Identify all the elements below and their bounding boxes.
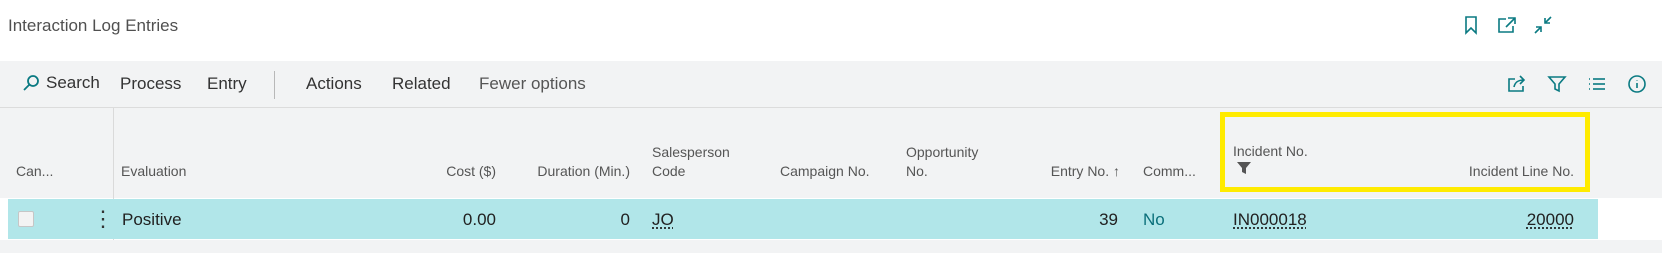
cell-evaluation[interactable]: Positive xyxy=(122,210,182,230)
column-header-salesperson-line2: Code xyxy=(652,163,686,179)
column-header-salesperson[interactable]: Salesperson Code xyxy=(652,143,730,181)
window-controls xyxy=(1460,14,1554,36)
action-bar-icons xyxy=(1506,73,1648,95)
filter-icon[interactable] xyxy=(1546,73,1568,95)
column-header-duration[interactable]: Duration (Min.) xyxy=(505,162,630,181)
action-bar-divider xyxy=(274,71,275,99)
column-header-comment[interactable]: Comm... xyxy=(1143,162,1196,181)
page-title: Interaction Log Entries xyxy=(8,16,179,35)
action-bar: Search Process Entry Actions Related Few… xyxy=(0,61,1662,108)
highlight-box xyxy=(1220,112,1590,192)
process-menu[interactable]: Process xyxy=(120,74,181,94)
column-header-entry-no[interactable]: Entry No. ↑ xyxy=(1010,162,1120,181)
row-actions-kebab-icon[interactable]: ⋮ xyxy=(92,206,114,232)
entry-menu[interactable]: Entry xyxy=(207,74,247,94)
share-icon[interactable] xyxy=(1506,73,1528,95)
info-icon[interactable] xyxy=(1626,73,1648,95)
cell-duration[interactable]: 0 xyxy=(533,210,630,230)
search-label: Search xyxy=(46,73,100,92)
cell-comment[interactable]: No xyxy=(1143,210,1165,230)
row-select-checkbox[interactable] xyxy=(18,211,34,227)
column-header-salesperson-line1: Salesperson xyxy=(652,144,730,160)
list-view-icon[interactable] xyxy=(1586,73,1608,95)
related-menu[interactable]: Related xyxy=(392,74,451,94)
table-row[interactable]: ⋮ Positive 0.00 0 JO 39 No IN000018 2000… xyxy=(8,199,1598,239)
search-button[interactable]: Search xyxy=(22,73,100,93)
column-header-campaign[interactable]: Campaign No. xyxy=(780,162,870,181)
column-header-opportunity-line1: Opportunity xyxy=(906,144,979,160)
fewer-options-button[interactable]: Fewer options xyxy=(479,74,586,94)
open-new-window-icon[interactable] xyxy=(1496,14,1518,36)
cell-salesperson[interactable]: JO xyxy=(652,210,674,230)
cell-incident-no[interactable]: IN000018 xyxy=(1233,210,1307,230)
actions-menu[interactable]: Actions xyxy=(306,74,362,94)
column-header-cost[interactable]: Cost ($) xyxy=(400,162,496,181)
column-header-opportunity-line2: No. xyxy=(906,163,928,179)
bookmark-icon[interactable] xyxy=(1460,14,1482,36)
search-icon xyxy=(23,75,39,91)
cell-cost[interactable]: 0.00 xyxy=(398,210,496,230)
collapse-icon[interactable] xyxy=(1532,14,1554,36)
column-header-canceled[interactable]: Can... xyxy=(16,162,53,181)
cell-incident-line-no[interactable]: 20000 xyxy=(1448,210,1574,230)
cell-entry-no[interactable]: 39 xyxy=(1030,210,1118,230)
grid-footer-strip xyxy=(0,240,1662,253)
column-header-opportunity[interactable]: Opportunity No. xyxy=(906,143,978,181)
column-header-evaluation[interactable]: Evaluation xyxy=(121,162,186,181)
